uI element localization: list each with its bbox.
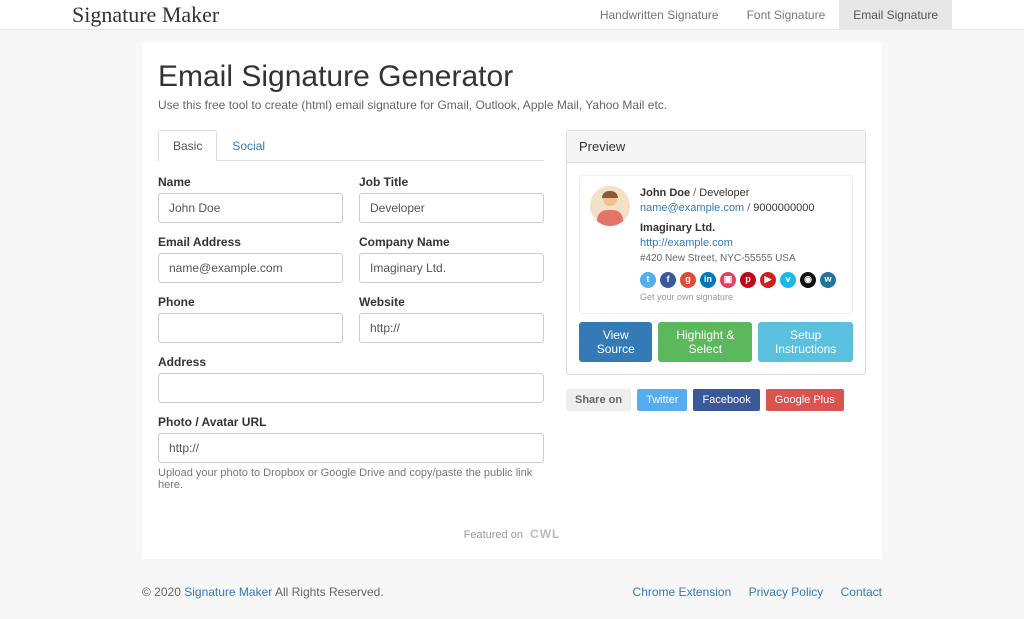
featured-logo: CWL <box>530 527 560 541</box>
preview-website[interactable]: http://example.com <box>640 237 733 249</box>
steam-icon[interactable]: ◉ <box>800 272 816 288</box>
job-title-input[interactable] <box>359 193 544 223</box>
nav-email-signature[interactable]: Email Signature <box>839 0 952 30</box>
preview-name: John Doe <box>640 187 690 199</box>
footer-contact[interactable]: Contact <box>841 585 882 599</box>
pinterest-icon[interactable]: p <box>740 272 756 288</box>
footer-copyright-pre: © 2020 <box>142 585 184 599</box>
preview-column: Preview John Doe / Developer name@exampl… <box>566 130 866 503</box>
company-input[interactable] <box>359 253 544 283</box>
photo-url-label: Photo / Avatar URL <box>158 415 544 429</box>
google-plus-icon[interactable]: g <box>680 272 696 288</box>
name-label: Name <box>158 175 343 189</box>
share-google-plus-button[interactable]: Google Plus <box>766 389 844 411</box>
preview-heading: Preview <box>567 131 865 163</box>
photo-url-help: Upload your photo to Dropbox or Google D… <box>158 467 544 491</box>
preview-sep1: / <box>690 187 699 199</box>
page-subtitle: Use this free tool to create (html) emai… <box>158 98 866 112</box>
vimeo-icon[interactable]: v <box>780 272 796 288</box>
form-tabs: Basic Social <box>158 130 544 161</box>
signature-card: John Doe / Developer name@example.com / … <box>579 175 853 314</box>
preview-job: Developer <box>699 187 749 199</box>
facebook-icon[interactable]: f <box>660 272 676 288</box>
featured-on: Featured on CWL <box>158 503 866 551</box>
brand-logo[interactable]: Signature Maker <box>72 2 219 28</box>
nav-font-signature[interactable]: Font Signature <box>733 0 840 30</box>
footer-privacy-policy[interactable]: Privacy Policy <box>749 585 824 599</box>
main-container: Email Signature Generator Use this free … <box>142 42 882 559</box>
name-input[interactable] <box>158 193 343 223</box>
share-facebook-button[interactable]: Facebook <box>693 389 759 411</box>
instagram-icon[interactable]: ▣ <box>720 272 736 288</box>
preview-panel: Preview John Doe / Developer name@exampl… <box>566 130 866 375</box>
twitter-icon[interactable]: t <box>640 272 656 288</box>
address-label: Address <box>158 355 544 369</box>
email-label: Email Address <box>158 235 343 249</box>
address-input[interactable] <box>158 373 544 403</box>
company-label: Company Name <box>359 235 544 249</box>
preview-social-icons: t f g in ▣ p ▶ v ◉ w <box>640 272 836 288</box>
avatar <box>590 186 630 226</box>
share-on-label: Share on <box>566 389 631 411</box>
nav-handwritten-signature[interactable]: Handwritten Signature <box>586 0 733 30</box>
linkedin-icon[interactable]: in <box>700 272 716 288</box>
preview-tagline[interactable]: Get your own signature <box>640 291 836 304</box>
job-title-label: Job Title <box>359 175 544 189</box>
page-title: Email Signature Generator <box>158 60 866 94</box>
setup-instructions-button[interactable]: Setup Instructions <box>758 322 853 362</box>
footer-copyright-post: All Rights Reserved. <box>272 585 383 599</box>
footer: © 2020 Signature Maker All Rights Reserv… <box>142 573 882 619</box>
preview-sep2: / <box>744 202 753 214</box>
form-column: Basic Social Name Job Title Email Addres… <box>158 130 544 503</box>
phone-label: Phone <box>158 295 343 309</box>
preview-phone: 9000000000 <box>753 202 814 214</box>
footer-brand-link[interactable]: Signature Maker <box>184 585 272 599</box>
share-row: Share on Twitter Facebook Google Plus <box>566 389 866 411</box>
phone-input[interactable] <box>158 313 343 343</box>
preview-company: Imaginary Ltd. <box>640 222 715 234</box>
youtube-icon[interactable]: ▶ <box>760 272 776 288</box>
view-source-button[interactable]: View Source <box>579 322 652 362</box>
nav-links: Handwritten Signature Font Signature Ema… <box>586 0 952 30</box>
footer-chrome-extension[interactable]: Chrome Extension <box>633 585 732 599</box>
wordpress-icon[interactable]: w <box>820 272 836 288</box>
highlight-select-button[interactable]: Highlight & Select <box>658 322 752 362</box>
top-nav-bar: Signature Maker Handwritten Signature Fo… <box>0 0 1024 30</box>
photo-url-input[interactable] <box>158 433 544 463</box>
email-input[interactable] <box>158 253 343 283</box>
tab-social[interactable]: Social <box>217 130 280 161</box>
tab-basic[interactable]: Basic <box>158 130 217 161</box>
featured-text: Featured on <box>464 529 523 541</box>
website-input[interactable] <box>359 313 544 343</box>
preview-address: #420 New Street, NYC-55555 USA <box>640 252 836 266</box>
share-twitter-button[interactable]: Twitter <box>637 389 687 411</box>
preview-email[interactable]: name@example.com <box>640 202 744 214</box>
website-label: Website <box>359 295 544 309</box>
